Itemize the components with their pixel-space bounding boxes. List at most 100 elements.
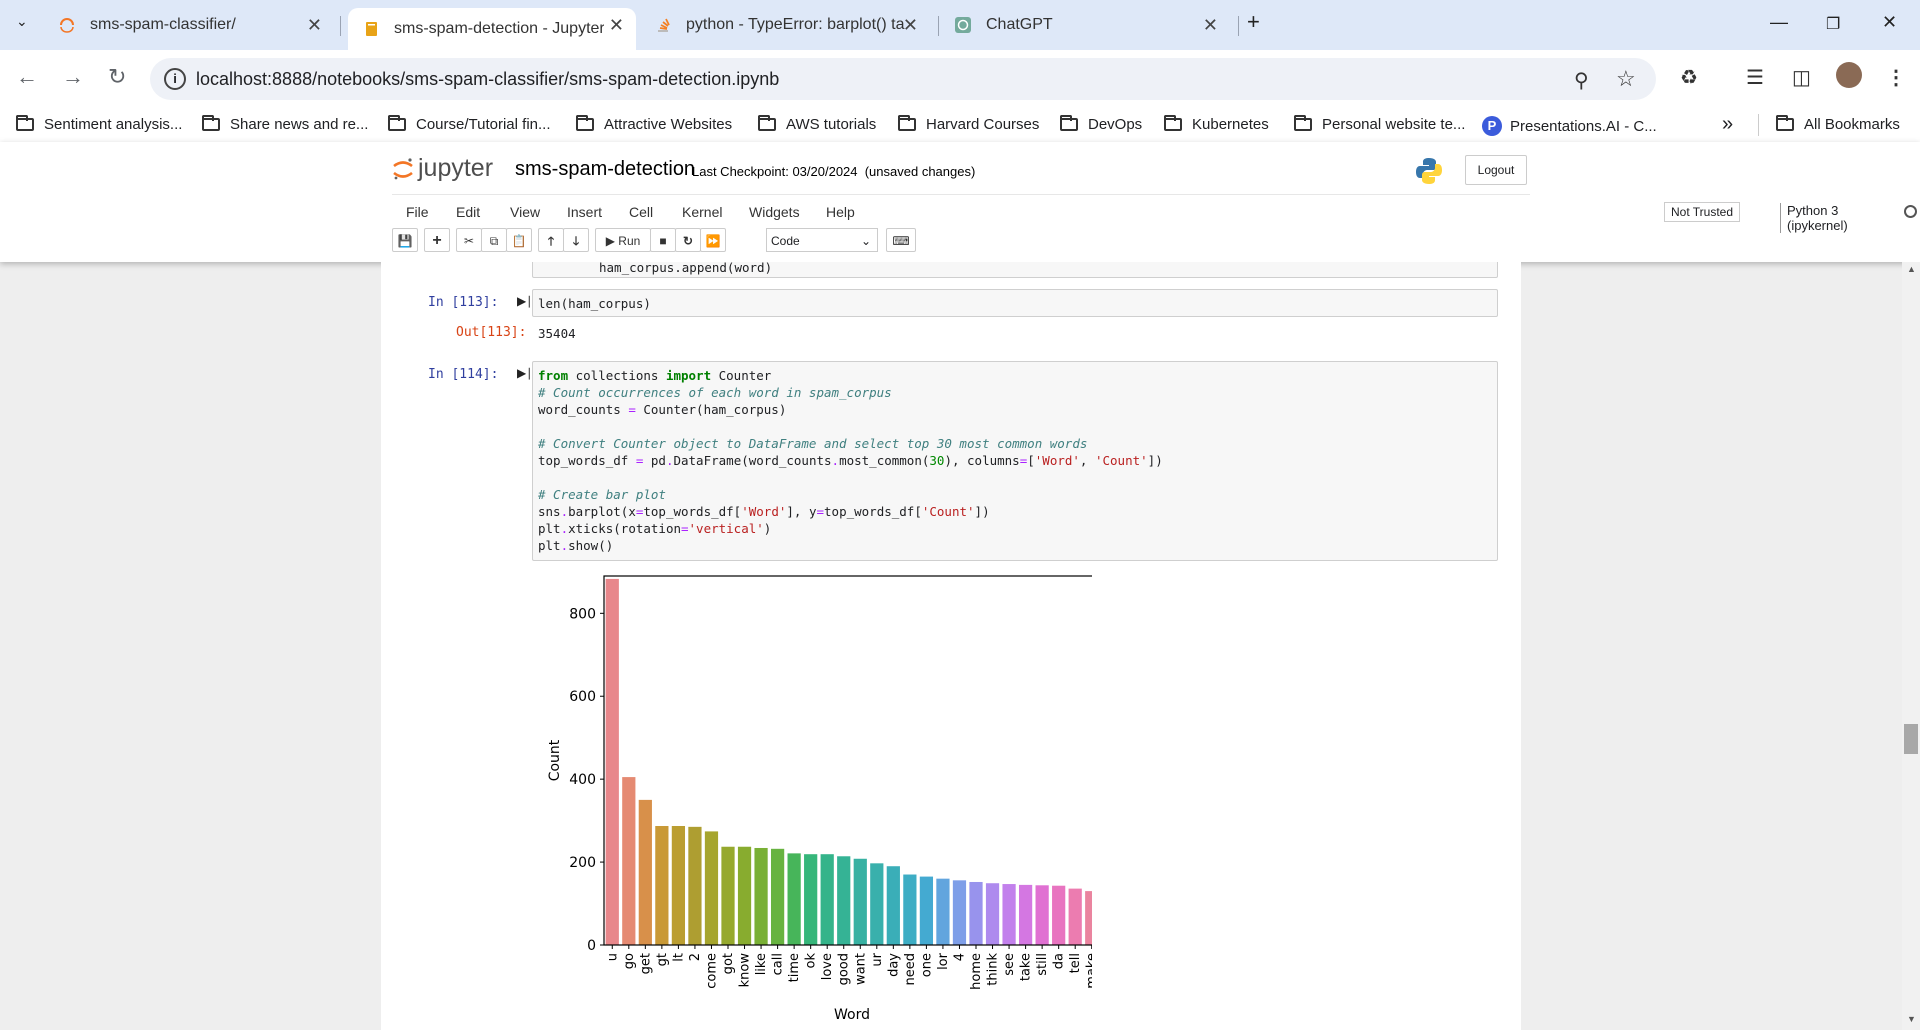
close-window-icon[interactable]: ✕ [1882,12,1897,33]
paste-button[interactable]: 📋 [506,228,532,252]
bookmark-folder[interactable]: Sentiment analysis... [16,115,182,133]
kernel-name[interactable]: Python 3 (ipykernel) [1780,203,1848,233]
copy-button[interactable]: ⧉ [481,228,507,252]
jupyter-logo[interactable]: jupyter [392,154,493,183]
bookmark-folder[interactable]: Attractive Websites [576,115,732,133]
menu-widgets[interactable]: Widgets [749,204,800,220]
folder-icon [758,115,776,131]
bookmark-label: Harvard Courses [926,116,1040,133]
scroll-down-icon[interactable]: ▼ [1907,1014,1916,1024]
x-tick-label: u [605,953,620,961]
bookmark-presentations[interactable]: P Presentations.AI - C... [1482,116,1657,136]
bookmark-star-icon[interactable]: ☆ [1616,66,1636,92]
media-controls-icon[interactable]: ☰ [1746,65,1764,90]
run-cell-icon[interactable]: ▶∣ [517,366,532,380]
interrupt-kernel-button[interactable]: ■ [650,228,676,252]
code-cell-114[interactable]: from collections import Counter # Count … [532,361,1498,561]
all-bookmarks[interactable]: All Bookmarks [1776,115,1900,133]
insert-cell-button[interactable]: + [424,228,450,252]
restore-icon[interactable]: ❐ [1826,14,1840,34]
cut-button[interactable]: ✂ [456,228,482,252]
run-button[interactable]: ▶ Run [595,228,651,252]
y-tick-label: 800 [569,606,596,622]
tab-search-icon[interactable]: ⌄ [16,13,28,30]
checkpoint-status: Last Checkpoint: 03/20/2024 (unsaved cha… [692,164,976,179]
save-button[interactable]: 💾 [392,228,418,252]
x-tick-label: gt [655,953,670,966]
menu-cell[interactable]: Cell [629,204,653,220]
move-down-button[interactable]: 🡓 [563,228,589,252]
x-tick-label: know [738,953,753,988]
run-cell-icon[interactable]: ▶∣ [517,294,532,308]
menu-help[interactable]: Help [826,204,855,220]
notebook-name[interactable]: sms-spam-detection [515,158,695,181]
bookmark-folder[interactable]: Kubernetes [1164,115,1269,133]
restart-kernel-button[interactable]: ↻ [675,228,701,252]
x-tick-label: time [787,953,802,982]
bar [1068,888,1082,945]
move-up-button[interactable]: 🡑 [538,228,564,252]
bookmark-folder[interactable]: AWS tutorials [758,115,877,133]
bookmark-folder[interactable]: DevOps [1060,115,1142,133]
bookmark-folder[interactable]: Share news and re... [202,115,368,133]
notebook-container: ham_corpus.append(word) In [113]: ▶∣ len… [381,262,1521,1030]
tab-sms-spam-classifier[interactable]: sms-spam-classifier/ ✕ [44,8,334,42]
tab-chatgpt[interactable]: ChatGPT ✕ [940,8,1230,42]
bookmark-label: Personal website te... [1322,116,1466,133]
bar [837,856,851,945]
menu-view[interactable]: View [510,204,540,220]
folder-icon [16,115,34,131]
more-bookmarks-icon[interactable]: » [1722,113,1733,136]
profile-avatar[interactable] [1836,62,1862,88]
play-icon: ▶ [605,234,615,248]
output-prompt: Out[113]: [456,325,527,340]
bookmark-folder[interactable]: Course/Tutorial fin... [388,115,551,133]
code-cell-113[interactable]: len(ham_corpus) [532,289,1498,317]
url-text[interactable]: localhost:8888/notebooks/sms-spam-classi… [196,69,779,90]
x-axis-label: Word [834,1007,870,1023]
site-info-icon[interactable]: i [164,68,186,90]
scrollbar-thumb[interactable] [1904,724,1918,754]
tab-sms-spam-detection[interactable]: sms-spam-detection - Jupyter N ✕ [348,8,636,50]
menu-insert[interactable]: Insert [567,204,602,220]
reload-icon[interactable]: ↻ [108,64,126,90]
page-scrollbar[interactable]: ▲ ▼ [1902,262,1920,1030]
address-bar[interactable]: i localhost:8888/notebooks/sms-spam-clas… [150,58,1656,100]
python-logo-icon [1416,158,1442,184]
forward-icon[interactable]: → [62,64,84,90]
bar-chart: u go get gt lt 2 come got know like call time ok love… [547,575,1092,1023]
bar [1002,884,1016,945]
new-tab-icon[interactable]: + [1247,9,1260,35]
zoom-icon[interactable]: ⚲ [1574,68,1589,93]
side-panel-icon[interactable]: ◫ [1792,65,1811,90]
close-tab-icon[interactable]: ✕ [307,15,322,36]
restart-run-all-button[interactable]: ⏩ [700,228,726,252]
x-tick-label: got [721,953,736,974]
cell-type-select[interactable]: Code ⌄ [766,228,878,252]
y-tick-label: 400 [569,772,596,788]
command-palette-button[interactable]: ⌨ [886,228,916,252]
menu-file[interactable]: File [406,204,429,220]
tab-stackoverflow[interactable]: python - TypeError: barplot() ta ✕ [640,8,930,42]
bookmark-folder[interactable]: Personal website te... [1294,115,1466,133]
bar [804,854,818,945]
code-cell-partial[interactable]: ham_corpus.append(word) [532,262,1498,278]
extensions-icon[interactable]: ♻ [1680,65,1698,90]
bookmark-label: AWS tutorials [786,116,877,133]
bar [1052,885,1066,945]
menu-edit[interactable]: Edit [456,204,480,220]
close-tab-icon[interactable]: ✕ [1203,15,1218,36]
browser-menu-icon[interactable]: ⋮ [1886,65,1906,90]
close-tab-icon[interactable]: ✕ [609,15,624,36]
menu-kernel[interactable]: Kernel [682,204,722,220]
x-tick-label: ok [804,953,819,969]
minimize-icon[interactable]: — [1770,12,1788,33]
close-tab-icon[interactable]: ✕ [903,15,918,36]
back-icon[interactable]: ← [16,64,38,90]
trust-indicator[interactable]: Not Trusted [1664,202,1740,222]
logout-button[interactable]: Logout [1465,155,1527,185]
scroll-up-icon[interactable]: ▲ [1907,264,1916,274]
bookmark-folder[interactable]: Harvard Courses [898,115,1040,133]
folder-icon [202,115,220,131]
bar [1018,884,1033,945]
